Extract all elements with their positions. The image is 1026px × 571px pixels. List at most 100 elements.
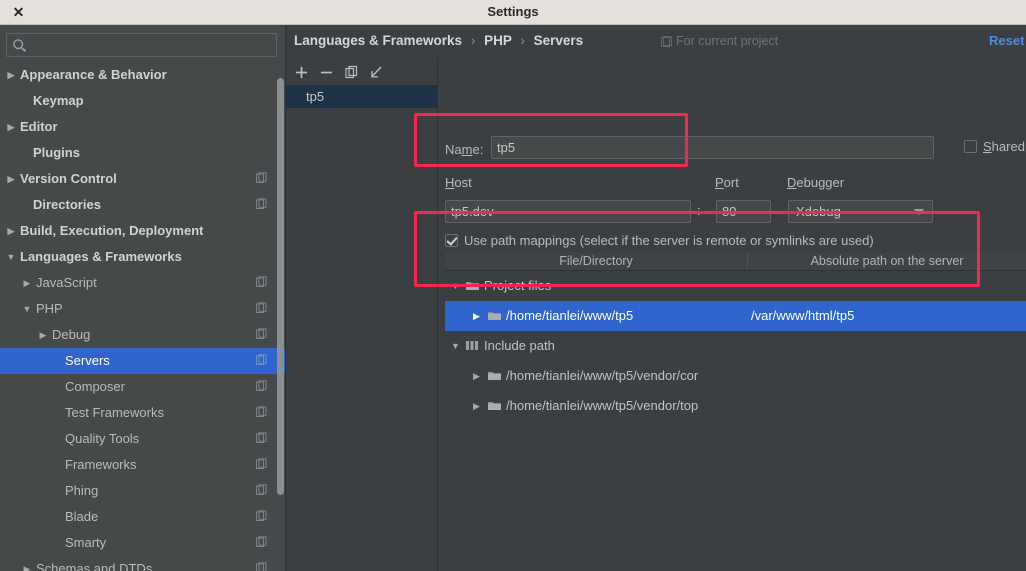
remove-server-button[interactable]	[317, 63, 336, 82]
reset-link[interactable]: Reset	[989, 32, 1024, 50]
sidebar-item-label: Test Frameworks	[65, 405, 164, 420]
path-mappings-rows: ▼ Project files ▶ /home/tianlei/www/tp5/var…	[445, 271, 1026, 442]
path-mapping-local-path: /home/tianlei/www/tp5/vendor/top	[506, 398, 699, 413]
breadcrumb-separator-2: ›	[520, 33, 525, 48]
sidebar-item-label: PHP	[36, 301, 63, 316]
chevron-down-icon[interactable]: ▼	[451, 281, 461, 291]
project-scope-icon	[255, 510, 268, 523]
settings-sidebar: ▶ Appearance & Behavior Keymap ▶ Editor Plugi…	[0, 25, 286, 571]
path-mapping-row[interactable]: ▼ Project files	[445, 271, 1026, 301]
servers-toolbar	[286, 59, 438, 85]
search-input[interactable]	[31, 36, 271, 55]
chevron-right-icon[interactable]: ▶	[4, 166, 18, 192]
column-header-absolute-path: Absolute path on the server	[810, 254, 964, 268]
name-input[interactable]	[491, 136, 934, 159]
project-scope-icon	[255, 302, 268, 315]
chevron-right-icon[interactable]: ▶	[473, 371, 483, 381]
port-input[interactable]	[716, 200, 771, 223]
debugger-label: Debugger	[787, 175, 845, 190]
sidebar-item-appearance-behavior[interactable]: ▶ Appearance & Behavior	[0, 62, 285, 88]
sidebar-item-phing[interactable]: Phing	[0, 478, 285, 504]
port-label: Port	[715, 175, 739, 190]
project-scope-icon	[255, 458, 268, 471]
sidebar-item-label: Quality Tools	[65, 431, 140, 446]
sidebar-item-plugins[interactable]: Plugins	[0, 140, 285, 166]
sidebar-item-frameworks[interactable]: Frameworks	[0, 452, 285, 478]
chevron-down-icon[interactable]: ▼	[20, 296, 34, 322]
sidebar-item-languages-frameworks[interactable]: ▼ Languages & Frameworks	[0, 244, 285, 270]
debugger-select[interactable]: Xdebug	[788, 200, 933, 223]
project-scope-icon	[255, 536, 268, 549]
use-path-mappings-row[interactable]: Use path mappings (select if the server …	[445, 233, 874, 248]
sidebar-item-schemas-and-dtds[interactable]: ▶ Schemas and DTDs	[0, 556, 285, 571]
project-scope-icon	[255, 198, 268, 211]
include-icon	[465, 339, 480, 352]
chevron-right-icon[interactable]: ▶	[4, 218, 18, 244]
use-path-mappings-label: Use path mappings (select if the server …	[464, 233, 874, 248]
shared-label: Shared	[983, 139, 1025, 154]
path-mappings-header: File/Directory Absolute path on the serv…	[445, 252, 1026, 271]
sidebar-item-version-control[interactable]: ▶ Version Control	[0, 166, 285, 192]
chevron-right-icon[interactable]: ▶	[20, 556, 34, 571]
search-input-box[interactable]	[6, 33, 277, 57]
chevron-down-icon[interactable]: ▼	[4, 244, 18, 270]
sidebar-item-test-frameworks[interactable]: Test Frameworks	[0, 400, 285, 426]
chevron-right-icon[interactable]: ▶	[4, 114, 18, 140]
path-mapping-row[interactable]: ▶ /home/tianlei/www/tp5/var/www/html/tp5	[445, 301, 1026, 331]
sidebar-item-label: Appearance & Behavior	[20, 67, 167, 82]
chevron-right-icon[interactable]: ▶	[473, 311, 483, 321]
sidebar-item-keymap[interactable]: Keymap	[0, 88, 285, 114]
sidebar-item-label: Plugins	[33, 145, 80, 160]
path-mapping-row[interactable]: ▼ Include path	[445, 331, 1026, 361]
debugger-selected-value: Xdebug	[796, 204, 841, 219]
sidebar-item-debug[interactable]: ▶ Debug	[0, 322, 285, 348]
sidebar-item-smarty[interactable]: Smarty	[0, 530, 285, 556]
search-field-wrapper	[6, 33, 277, 57]
path-mapping-row[interactable]: ▶ /home/tianlei/www/tp5/vendor/cor	[445, 361, 1026, 391]
shared-checkbox-row[interactable]: Shared	[964, 139, 1025, 154]
add-server-button[interactable]	[292, 63, 311, 82]
sidebar-item-php[interactable]: ▼ PHP	[0, 296, 285, 322]
server-settings-form: Name: Shared Host : Port Debugger Xdebug…	[439, 59, 1026, 571]
sidebar-scrollbar[interactable]	[277, 78, 284, 495]
path-mapping-row[interactable]: ▶ /home/tianlei/www/tp5/vendor/top	[445, 391, 1026, 421]
sidebar-item-label: Frameworks	[65, 457, 137, 472]
chevron-right-icon[interactable]: ▶	[36, 322, 50, 348]
project-scope-icon	[255, 276, 268, 289]
sidebar-item-servers[interactable]: Servers	[0, 348, 285, 374]
window-title-bar: ✕ Settings	[0, 0, 1026, 25]
host-port-colon: :	[697, 203, 701, 218]
sidebar-item-quality-tools[interactable]: Quality Tools	[0, 426, 285, 452]
host-input[interactable]	[445, 200, 691, 223]
folder-icon	[487, 309, 502, 322]
breadcrumb-item-languages[interactable]: Languages & Frameworks	[294, 33, 462, 48]
sidebar-item-javascript[interactable]: ▶ JavaScript	[0, 270, 285, 296]
chevron-right-icon[interactable]: ▶	[473, 401, 483, 411]
chevron-down-icon[interactable]: ▼	[451, 341, 461, 351]
shared-checkbox[interactable]	[964, 140, 977, 153]
sidebar-item-build-execution-deployment[interactable]: ▶ Build, Execution, Deployment	[0, 218, 285, 244]
project-scope-icon	[255, 354, 268, 367]
folder-icon	[465, 279, 480, 292]
copy-server-button[interactable]	[342, 63, 361, 82]
sidebar-item-label: Debug	[52, 327, 91, 342]
sidebar-item-composer[interactable]: Composer	[0, 374, 285, 400]
path-mapping-local-path: /home/tianlei/www/tp5	[506, 308, 634, 323]
sidebar-item-blade[interactable]: Blade	[0, 504, 285, 530]
path-mapping-server-path: /var/www/html/tp5	[751, 308, 855, 323]
server-list-item[interactable]: tp5	[286, 85, 438, 108]
sidebar-item-directories[interactable]: Directories	[0, 192, 285, 218]
sidebar-item-label: Keymap	[33, 93, 84, 108]
sidebar-item-label: Schemas and DTDs	[36, 561, 153, 571]
chevron-right-icon[interactable]: ▶	[20, 270, 34, 296]
for-current-project-label: For current project	[676, 34, 779, 48]
chevron-right-icon[interactable]: ▶	[4, 62, 18, 88]
sidebar-item-editor[interactable]: ▶ Editor	[0, 114, 285, 140]
chevron-down-icon	[914, 209, 924, 215]
use-path-mappings-checkbox[interactable]	[445, 234, 458, 247]
path-mapping-local-path: Include path	[484, 338, 555, 353]
breadcrumb-item-php[interactable]: PHP	[484, 33, 512, 48]
import-server-button[interactable]	[367, 63, 386, 82]
project-scope-icon	[255, 562, 268, 571]
folder-icon	[487, 369, 502, 382]
